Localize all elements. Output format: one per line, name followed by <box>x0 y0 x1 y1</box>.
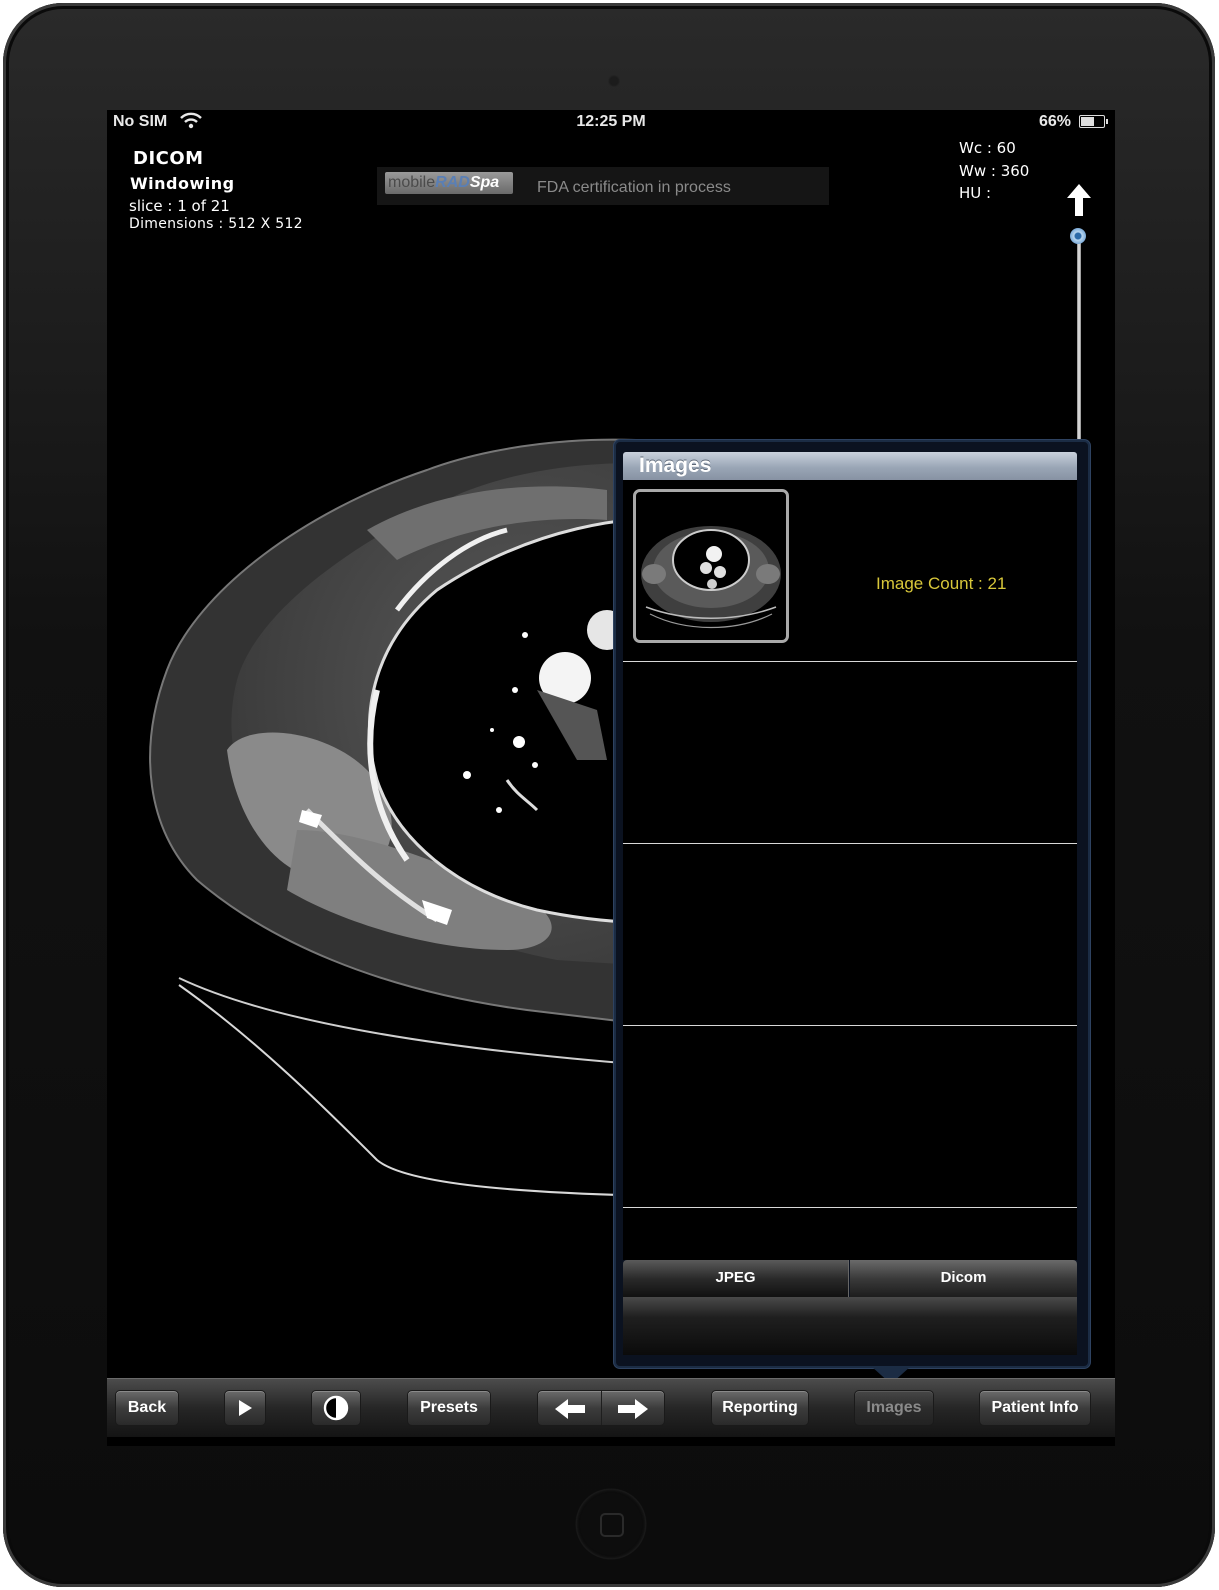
window-width: Ww : 360 <box>959 162 1030 180</box>
list-item[interactable]: Image Count : 21 <box>623 480 1077 662</box>
right-arrow-icon <box>618 1399 648 1419</box>
popover-header: Images <box>623 452 1077 480</box>
status-bar: No SIM 12:25 PM 66% <box>107 110 1115 134</box>
battery-percentage: 66% <box>1038 113 1071 130</box>
patient-info-button[interactable]: Patient Info <box>979 1390 1091 1426</box>
reporting-button[interactable]: Reporting <box>711 1390 809 1426</box>
images-button[interactable]: Images <box>854 1390 934 1426</box>
images-popover: Images Image Count: 21 JPEG Dicom <box>614 440 1090 1384</box>
list-item <box>623 662 1077 844</box>
popover-title: Images <box>639 454 712 477</box>
window-center: Wc : 60 <box>959 139 1016 157</box>
slice-slider-knob[interactable] <box>1070 228 1086 244</box>
play-icon <box>239 1400 252 1416</box>
list-item <box>623 1026 1077 1208</box>
previous-slice-button[interactable] <box>538 1391 602 1425</box>
tool-mode: Windowing <box>130 174 235 193</box>
next-slice-button[interactable] <box>602 1391 665 1425</box>
banner-text: FDA certification in process <box>537 179 731 196</box>
app-logo: mobileRADSpa <box>385 172 513 194</box>
up-arrow-icon[interactable] <box>1066 183 1092 217</box>
popover-footer <box>623 1297 1077 1355</box>
home-button-icon[interactable] <box>576 1489 646 1559</box>
slice-slider-track[interactable] <box>1077 240 1081 450</box>
back-button[interactable]: Back <box>115 1390 179 1426</box>
presets-button[interactable]: Presets <box>407 1390 491 1426</box>
dicom-segment[interactable]: Dicom <box>850 1260 1077 1297</box>
series-thumbnail[interactable] <box>633 489 789 643</box>
slice-navigation-group <box>537 1390 665 1426</box>
certification-banner: mobileRADSpa FDA certification in proces… <box>377 167 829 205</box>
hounsfield-value: HU : <box>959 184 992 202</box>
slice-indicator: slice : 1 of 21 <box>129 197 230 215</box>
left-arrow-icon <box>555 1399 585 1419</box>
list-item <box>623 844 1077 1026</box>
play-button[interactable] <box>224 1390 266 1426</box>
ipad-frame: No SIM 12:25 PM 66% DICOM Windowing slic… <box>3 3 1215 1587</box>
bottom-toolbar: Back Presets Reporting Images Patient In… <box>107 1378 1115 1437</box>
contrast-icon <box>323 1395 349 1421</box>
contrast-button[interactable] <box>311 1390 361 1426</box>
camera-icon <box>608 75 620 87</box>
image-dimensions: Dimensions : 512 X 512 <box>129 216 303 232</box>
image-count: Image Count : 21 <box>876 574 1007 593</box>
jpeg-segment[interactable]: JPEG <box>623 1260 849 1297</box>
image-series-list[interactable]: Image Count : 21 <box>623 480 1077 1260</box>
screen: No SIM 12:25 PM 66% DICOM Windowing slic… <box>107 110 1115 1446</box>
clock: 12:25 PM <box>576 113 646 130</box>
battery-icon <box>1079 115 1108 128</box>
modality-title: DICOM <box>133 148 204 169</box>
format-segmented-control[interactable]: JPEG Dicom <box>623 1260 1077 1297</box>
